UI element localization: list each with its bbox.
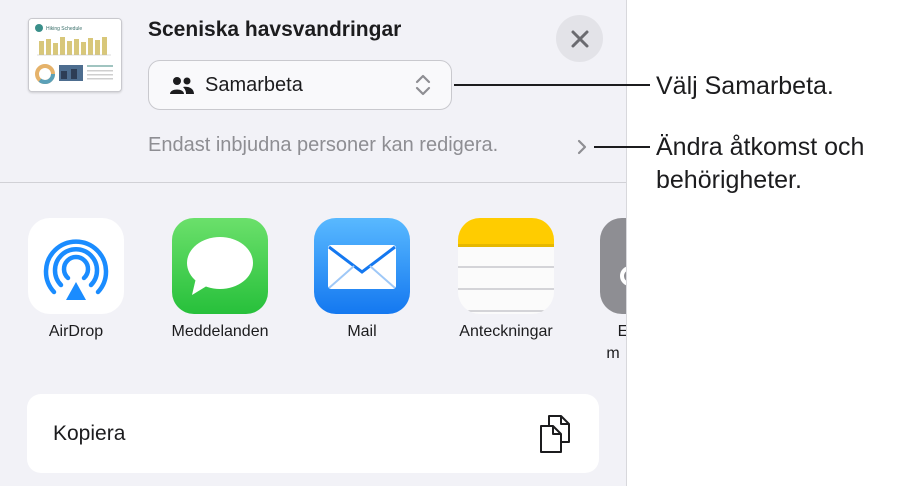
callout-collaborate: Välj Samarbeta.: [656, 72, 834, 100]
close-icon: [571, 30, 588, 47]
chevron-right-icon[interactable]: [576, 138, 588, 156]
callout-line-collaborate: [454, 84, 650, 86]
mail-icon: [328, 245, 396, 289]
collaboration-mode-label: Samarbeta: [205, 74, 303, 96]
messages-label: Meddelanden: [171, 323, 269, 340]
mail-app-button[interactable]: [314, 218, 410, 314]
thumbnail-heading: Hiking Schedule: [46, 26, 82, 32]
copy-action-button[interactable]: Kopiera: [27, 394, 599, 473]
airdrop-label: AirDrop: [48, 323, 104, 340]
callout-access-line1: Ändra åtkomst och: [656, 133, 865, 161]
close-button[interactable]: [556, 15, 603, 62]
notes-app-button[interactable]: [458, 218, 554, 314]
document-thumbnail: Hiking Schedule: [28, 18, 122, 92]
copy-label: Kopiera: [53, 422, 126, 445]
airdrop-app-button[interactable]: [28, 218, 124, 314]
more-app-button[interactable]: [600, 218, 626, 314]
mail-label: Mail: [347, 323, 377, 340]
callout-access-line2: behörigheter.: [656, 166, 802, 194]
people-icon: [170, 77, 194, 94]
collaboration-selector[interactable]: Samarbeta: [148, 60, 452, 110]
divider: [0, 182, 626, 183]
callout-line-access: [594, 146, 650, 148]
chevron-up-down-icon: [415, 74, 431, 96]
messages-icon: [187, 237, 253, 295]
messages-app-button[interactable]: [172, 218, 268, 314]
notes-icon: [458, 218, 554, 312]
notes-label: Anteckningar: [459, 323, 553, 340]
share-sheet: Hiking Schedule Sceniska havsvandringar: [0, 0, 627, 486]
more-app-label: E: [573, 323, 626, 341]
copy-icon: [540, 415, 570, 453]
airdrop-icon: [43, 239, 109, 300]
document-title: Sceniska havsvandringar: [148, 18, 402, 41]
more-app-label-line2: m: [606, 345, 620, 362]
access-settings-link[interactable]: Endast inbjudna personer kan redigera.: [148, 134, 498, 157]
more-app-icon: [620, 266, 626, 286]
